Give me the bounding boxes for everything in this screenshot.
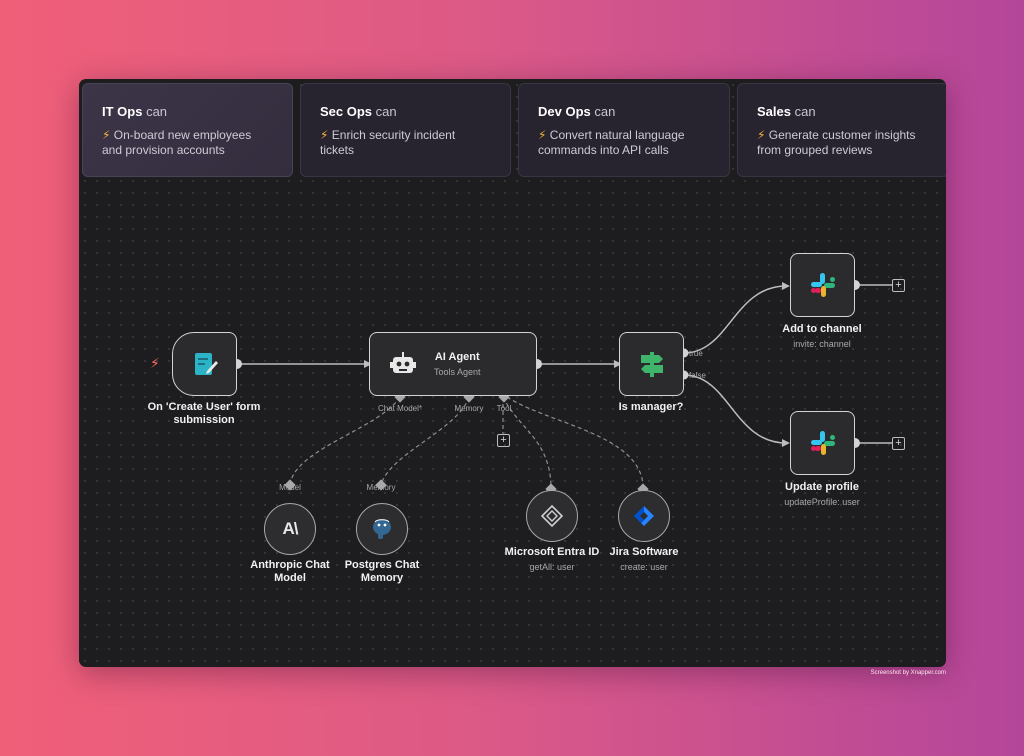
model-port-label: Model <box>279 483 301 492</box>
slack-update-node[interactable] <box>790 411 855 475</box>
postgres-icon <box>373 519 391 539</box>
slack-add-subtitle: invite: channel <box>793 339 851 349</box>
trigger-lightning-icon: ⚡ <box>150 355 160 371</box>
jira-icon <box>634 506 654 526</box>
slack-add-label: Add to channel <box>782 323 862 335</box>
trigger-label: On 'Create User' form submission <box>147 401 261 426</box>
jira-label: Jira Software <box>609 546 679 558</box>
port-chat-model-label: Chat Model* <box>377 404 423 413</box>
form-icon <box>194 353 218 375</box>
signpost-icon <box>640 352 663 377</box>
if-label: Is manager? <box>618 401 684 413</box>
if-true-label: true <box>689 349 703 358</box>
slack-icon <box>810 273 835 297</box>
port-memory-label: Memory <box>454 404 484 413</box>
memory-port-label: Memory <box>366 483 396 492</box>
slack-update-label: Update profile <box>785 481 859 493</box>
postgres-node[interactable] <box>356 503 408 555</box>
add-tool-button[interactable]: + <box>497 434 510 447</box>
entra-node[interactable] <box>526 490 578 542</box>
ai-agent-node[interactable]: AI Agent Tools Agent <box>369 332 537 396</box>
workflow-frame: IT Ops can ⚡ On-board new employees and … <box>79 79 946 667</box>
screenshot-credit: Screenshot by Xnapper.com <box>870 670 946 676</box>
if-node[interactable] <box>619 332 684 396</box>
ai-agent-title: AI Agent <box>434 351 480 363</box>
anthropic-node[interactable]: A\ <box>264 503 316 555</box>
slack-add-node[interactable] <box>790 253 855 317</box>
slack-update-subtitle: updateProfile: user <box>784 497 860 507</box>
postgres-label: Postgres Chat Memory <box>344 559 420 584</box>
anthropic-icon: A\ <box>282 519 299 538</box>
port-tool-label: Tool <box>496 404 512 413</box>
if-false-label: false <box>689 371 706 380</box>
add-after-profile-button[interactable]: + <box>892 437 905 450</box>
anthropic-label: Anthropic Chat Model <box>250 559 330 584</box>
ai-agent-subtitle: Tools Agent <box>434 367 481 377</box>
robot-icon <box>390 352 416 373</box>
entra-icon <box>540 504 564 528</box>
jira-subtitle: create: user <box>620 562 668 572</box>
slack-icon <box>810 431 835 455</box>
add-after-channel-button[interactable]: + <box>892 279 905 292</box>
jira-node[interactable] <box>618 490 670 542</box>
trigger-node[interactable] <box>172 332 237 396</box>
ai-agent-text: AI Agent Tools Agent <box>434 351 481 377</box>
